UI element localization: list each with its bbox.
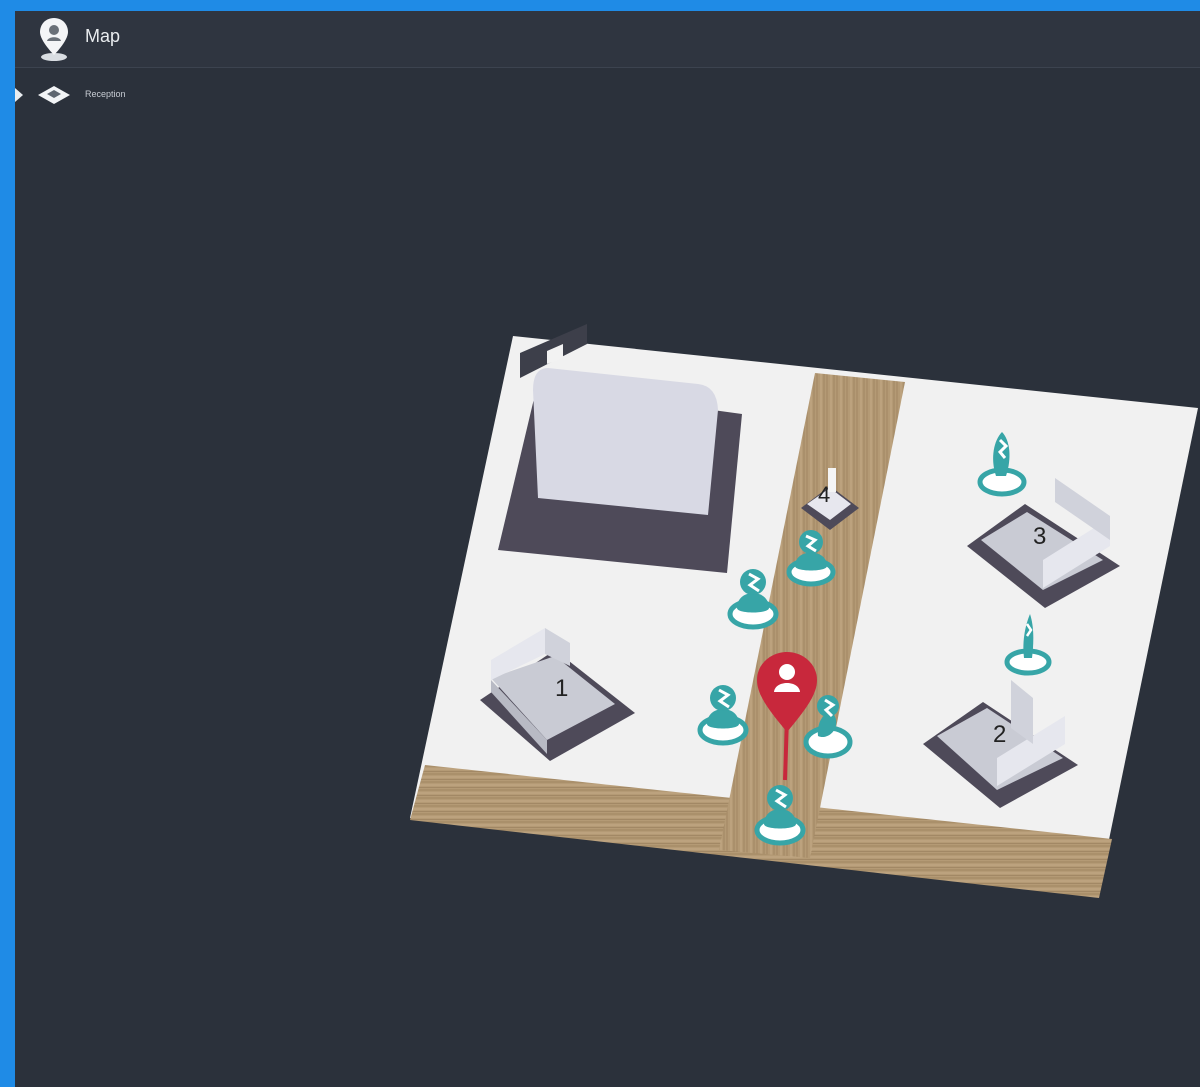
page-title: Map bbox=[85, 26, 121, 46]
desk-1-label: 1 bbox=[555, 675, 568, 702]
window-top-border bbox=[0, 0, 1200, 11]
map-header: Map bbox=[15, 11, 1200, 68]
map-canvas[interactable]: 1 2 3 4 bbox=[15, 68, 1200, 1087]
map-pin-icon bbox=[40, 18, 68, 61]
window-left-border bbox=[0, 0, 15, 1087]
desk-3-label: 3 bbox=[1033, 523, 1046, 550]
desk-4-label: 4 bbox=[818, 482, 830, 507]
meeting-table bbox=[498, 368, 742, 573]
floor-map[interactable]: 1 2 3 4 bbox=[15, 68, 1200, 1087]
desk-2-label: 2 bbox=[993, 721, 1006, 748]
